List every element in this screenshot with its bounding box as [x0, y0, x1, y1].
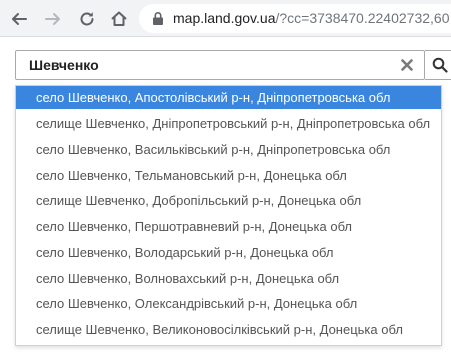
page-content: село Шевченко, Апостолівський р-н, Дніпр… — [0, 37, 451, 358]
arrow-right-icon — [45, 13, 60, 25]
arrow-left-icon — [12, 13, 27, 25]
reload-icon — [80, 12, 94, 26]
suggestion-item[interactable]: селище Шевченко, Великоновосілківський р… — [16, 318, 441, 341]
suggestion-item[interactable]: село Шевченко, Олександрівський р-н, Дон… — [16, 292, 441, 315]
search-button[interactable] — [425, 50, 451, 80]
suggestion-item[interactable]: село Шевченко, Апостолівський р-н, Дніпр… — [16, 86, 441, 109]
search-icon — [432, 57, 448, 73]
browser-toolbar: map.land.gov.ua/?cc=3738470.22402732,60 — [0, 0, 451, 37]
suggestion-item[interactable]: село Шевченко, Волновахський р-н, Донець… — [16, 267, 441, 290]
reload-button[interactable] — [74, 6, 100, 32]
suggestion-item[interactable]: село Шевченко, Володарський р-н, Донецьк… — [16, 241, 441, 264]
url-text: map.land.gov.ua/?cc=3738470.22402732,60 — [173, 10, 449, 27]
suggestion-item[interactable]: село Шевченко, Першотравневий р-н, Донец… — [16, 215, 441, 238]
clear-button[interactable] — [399, 57, 415, 73]
suggestion-item[interactable]: селище Шевченко, Добропільський р-н, Дон… — [16, 189, 441, 212]
suggestion-item[interactable]: селище Шевченко, Дніпропетровський р-н, … — [16, 112, 441, 135]
url-path: /?cc=3738470.22402732,60 — [275, 10, 450, 26]
home-icon — [111, 11, 127, 26]
back-button[interactable] — [6, 6, 32, 32]
address-bar[interactable]: map.land.gov.ua/?cc=3738470.22402732,60 — [139, 4, 451, 33]
close-icon — [401, 59, 413, 71]
url-host: map.land.gov.ua — [173, 10, 276, 26]
suggestion-item[interactable]: село Шевченко, Васильківський р-н, Дніпр… — [16, 138, 441, 161]
suggestions-dropdown: село Шевченко, Апостолівський р-н, Дніпр… — [15, 85, 442, 346]
suggestion-item[interactable]: село Шевченко, Тельмановський р-н, Донец… — [16, 164, 441, 187]
search-box — [15, 50, 425, 80]
lock-icon — [153, 12, 163, 25]
forward-button[interactable] — [40, 6, 66, 32]
search-input[interactable] — [16, 51, 396, 79]
home-button[interactable] — [106, 6, 132, 32]
